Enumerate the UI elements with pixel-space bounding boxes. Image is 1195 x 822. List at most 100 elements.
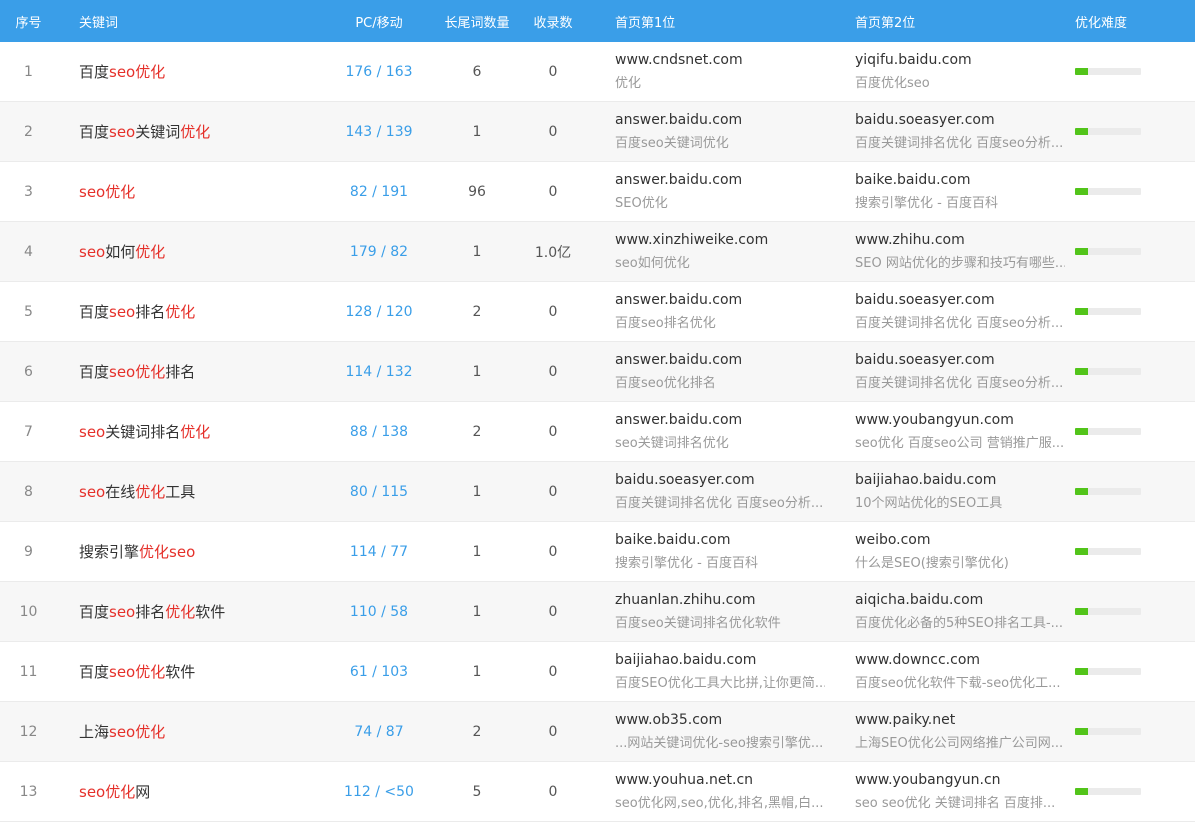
rank1-domain-link[interactable]: answer.baidu.com xyxy=(615,352,825,368)
rank2-domain-link[interactable]: baidu.soeasyer.com xyxy=(855,352,1065,368)
pc-mobile-value[interactable]: 88 / 138 xyxy=(325,424,433,440)
rank2-domain-link[interactable]: weibo.com xyxy=(855,532,1065,548)
rank2-domain-link[interactable]: www.zhihu.com xyxy=(855,232,1065,248)
pc-mobile-value[interactable]: 128 / 120 xyxy=(325,304,433,320)
pc-mobile-value[interactable]: 179 / 82 xyxy=(325,244,433,260)
rank1-domain-link[interactable]: baijiahao.baidu.com xyxy=(615,652,825,668)
pc-mobile-value[interactable]: 74 / 87 xyxy=(325,724,433,740)
rank2-title: seo seo优化 关键词排名 百度排... xyxy=(855,796,1056,811)
keyword-link[interactable]: 百度seo关键词优化 xyxy=(57,121,325,142)
keyword-link[interactable]: 上海seo优化 xyxy=(57,721,325,742)
rank1-title: 百度seo优化排名 xyxy=(615,376,716,391)
table-row[interactable]: 7 seo关键词排名优化 88 / 138 2 0 answer.baidu.com seo… xyxy=(0,402,1195,462)
long-tail-count[interactable]: 96 xyxy=(433,184,521,200)
rank2-domain-link[interactable]: yiqifu.baidu.com xyxy=(855,52,1065,68)
table-row[interactable]: 3 seo优化 82 / 191 96 0 answer.baidu.com SEO优化 ba… xyxy=(0,162,1195,222)
pc-mobile-value[interactable]: 82 / 191 xyxy=(325,184,433,200)
row-index: 8 xyxy=(24,483,33,500)
long-tail-count[interactable]: 6 xyxy=(433,64,521,80)
col-header-indexed[interactable]: 收录数 xyxy=(521,12,585,31)
rank1-domain-link[interactable]: www.youhua.net.cn xyxy=(615,772,825,788)
col-header-rank2[interactable]: 首页第2位 xyxy=(825,12,1065,31)
pc-mobile-value[interactable]: 110 / 58 xyxy=(325,604,433,620)
keyword-segment: 如何 xyxy=(105,243,136,261)
keyword-segment: 优化 xyxy=(180,123,211,141)
keyword-link[interactable]: 百度seo优化软件 xyxy=(57,661,325,682)
table-row[interactable]: 2 百度seo关键词优化 143 / 139 1 0 answer.baidu.com 百度… xyxy=(0,102,1195,162)
rank2-domain-link[interactable]: baijiahao.baidu.com xyxy=(855,472,1065,488)
rank2-domain-link[interactable]: www.youbangyun.com xyxy=(855,412,1065,428)
rank1-domain-link[interactable]: www.cndsnet.com xyxy=(615,52,825,68)
long-tail-count[interactable]: 1 xyxy=(433,484,521,500)
keyword-link[interactable]: 百度seo排名优化 xyxy=(57,301,325,322)
pc-mobile-value[interactable]: 176 / 163 xyxy=(325,64,433,80)
long-tail-count[interactable]: 2 xyxy=(433,304,521,320)
col-header-rank1[interactable]: 首页第1位 xyxy=(585,12,825,31)
rank2-cell: yiqifu.baidu.com 百度优化seo xyxy=(825,52,1065,91)
col-header-index[interactable]: 序号 xyxy=(0,12,57,31)
rank2-domain-link[interactable]: www.youbangyun.cn xyxy=(855,772,1065,788)
table-row[interactable]: 13 seo优化网 112 / <50 5 0 www.youhua.net.cn seo优… xyxy=(0,762,1195,822)
long-tail-count[interactable]: 1 xyxy=(433,124,521,140)
rank1-cell: answer.baidu.com 百度seo优化排名 xyxy=(585,352,825,391)
keyword-segment: seo xyxy=(79,423,106,441)
rank1-domain-link[interactable]: answer.baidu.com xyxy=(615,412,825,428)
long-tail-count[interactable]: 5 xyxy=(433,784,521,800)
table-row[interactable]: 4 seo如何优化 179 / 82 1 1.0亿 www.xinzhiweike.com… xyxy=(0,222,1195,282)
keyword-link[interactable]: seo优化网 xyxy=(57,781,325,802)
long-tail-count[interactable]: 1 xyxy=(433,664,521,680)
long-tail-count[interactable]: 2 xyxy=(433,424,521,440)
col-header-long-tail[interactable]: 长尾词数量 xyxy=(433,12,521,31)
long-tail-count[interactable]: 1 xyxy=(433,364,521,380)
rank2-domain-link[interactable]: baidu.soeasyer.com xyxy=(855,112,1065,128)
keyword-segment: 百度 xyxy=(79,123,110,141)
table-row[interactable]: 10 百度seo排名优化软件 110 / 58 1 0 zhuanlan.zhihu.co… xyxy=(0,582,1195,642)
rank1-domain-link[interactable]: answer.baidu.com xyxy=(615,112,825,128)
long-tail-count[interactable]: 2 xyxy=(433,724,521,740)
pc-mobile-value[interactable]: 112 / <50 xyxy=(325,784,433,800)
rank2-domain-link[interactable]: www.paiky.net xyxy=(855,712,1065,728)
keyword-segment: 优化 xyxy=(105,183,136,201)
rank1-domain-link[interactable]: www.xinzhiweike.com xyxy=(615,232,825,248)
col-header-difficulty[interactable]: 优化难度 xyxy=(1065,12,1195,31)
table-row[interactable]: 12 上海seo优化 74 / 87 2 0 www.ob35.com ...网站关键词优化… xyxy=(0,702,1195,762)
long-tail-count[interactable]: 1 xyxy=(433,544,521,560)
col-header-keyword[interactable]: 关键词 xyxy=(57,12,325,31)
keyword-link[interactable]: seo关键词排名优化 xyxy=(57,421,325,442)
table-row[interactable]: 1 百度seo优化 176 / 163 6 0 www.cndsnet.com 优化 yiqi… xyxy=(0,42,1195,102)
rank1-domain-link[interactable]: www.ob35.com xyxy=(615,712,825,728)
rank2-domain-link[interactable]: baike.baidu.com xyxy=(855,172,1065,188)
pc-mobile-value[interactable]: 114 / 77 xyxy=(325,544,433,560)
keyword-segment: 软件 xyxy=(165,663,196,681)
keyword-link[interactable]: 百度seo优化 xyxy=(57,61,325,82)
pc-mobile-value[interactable]: 143 / 139 xyxy=(325,124,433,140)
rank2-cell: www.youbangyun.cn seo seo优化 关键词排名 百度排... xyxy=(825,772,1065,811)
rank1-domain-link[interactable]: baidu.soeasyer.com xyxy=(615,472,825,488)
keyword-link[interactable]: 百度seo排名优化软件 xyxy=(57,601,325,622)
keyword-link[interactable]: seo在线优化工具 xyxy=(57,481,325,502)
rank1-domain-link[interactable]: answer.baidu.com xyxy=(615,292,825,308)
keyword-link[interactable]: seo优化 xyxy=(57,181,325,202)
rank1-domain-link[interactable]: zhuanlan.zhihu.com xyxy=(615,592,825,608)
table-row[interactable]: 11 百度seo优化软件 61 / 103 1 0 baijiahao.baidu.com… xyxy=(0,642,1195,702)
pc-mobile-value[interactable]: 61 / 103 xyxy=(325,664,433,680)
col-header-pc-mobile[interactable]: PC/移动 xyxy=(325,12,433,31)
long-tail-count[interactable]: 1 xyxy=(433,604,521,620)
long-tail-count[interactable]: 1 xyxy=(433,244,521,260)
rank2-domain-link[interactable]: www.downcc.com xyxy=(855,652,1065,668)
pc-mobile-value[interactable]: 80 / 115 xyxy=(325,484,433,500)
keyword-link[interactable]: seo如何优化 xyxy=(57,241,325,262)
table-row[interactable]: 6 百度seo优化排名 114 / 132 1 0 answer.baidu.com 百度s… xyxy=(0,342,1195,402)
rank2-domain-link[interactable]: baidu.soeasyer.com xyxy=(855,292,1065,308)
difficulty-cell xyxy=(1065,248,1195,255)
pc-mobile-value[interactable]: 114 / 132 xyxy=(325,364,433,380)
table-row[interactable]: 9 搜索引擎优化seo 114 / 77 1 0 baike.baidu.com 搜索引擎优… xyxy=(0,522,1195,582)
table-row[interactable]: 5 百度seo排名优化 128 / 120 2 0 answer.baidu.com 百度s… xyxy=(0,282,1195,342)
rank1-title: seo优化网,seo,优化,排名,黑帽,白... xyxy=(615,796,824,811)
rank2-domain-link[interactable]: aiqicha.baidu.com xyxy=(855,592,1065,608)
keyword-link[interactable]: 搜索引擎优化seo xyxy=(57,541,325,562)
table-row[interactable]: 8 seo在线优化工具 80 / 115 1 0 baidu.soeasyer.com 百度… xyxy=(0,462,1195,522)
rank1-domain-link[interactable]: baike.baidu.com xyxy=(615,532,825,548)
keyword-link[interactable]: 百度seo优化排名 xyxy=(57,361,325,382)
rank1-domain-link[interactable]: answer.baidu.com xyxy=(615,172,825,188)
